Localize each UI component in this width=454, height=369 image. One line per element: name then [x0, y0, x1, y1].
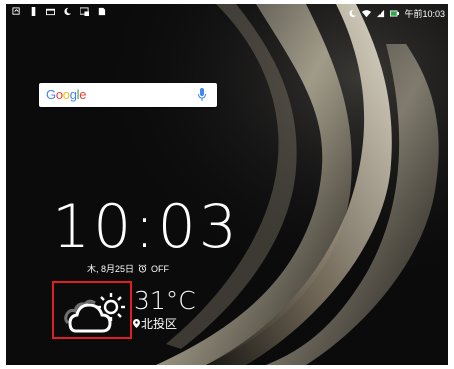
- microphone-icon[interactable]: [198, 88, 206, 102]
- date-row: 木, 8月25日 OFF: [87, 262, 169, 275]
- cast-icon: [80, 7, 89, 16]
- temperature[interactable]: 31°C: [134, 286, 196, 315]
- wifi-icon: [362, 10, 372, 18]
- partly-cloudy-icon: [64, 293, 125, 333]
- location-name: 北投区: [141, 317, 178, 331]
- home-screen: 午前10:03 Google 10:03 木, 8月25日 OFF 31°C 北…: [6, 4, 448, 365]
- alarm-icon: [138, 264, 147, 273]
- battery-icon: [390, 10, 400, 17]
- google-search-bar[interactable]: Google: [39, 83, 217, 107]
- status-time: 午前10:03: [404, 9, 445, 19]
- sdcard-icon: [98, 7, 106, 16]
- signal-icon: [377, 9, 385, 18]
- alarm-status: OFF: [151, 263, 170, 274]
- message-icon: [46, 8, 55, 16]
- location-icon: [133, 319, 140, 328]
- moon-icon: [64, 7, 72, 16]
- status-bar-left: [12, 7, 106, 16]
- google-logo: Google: [46, 87, 87, 102]
- date-text: 木, 8月25日: [87, 264, 135, 274]
- notification-icon: [12, 7, 20, 15]
- status-bar-right: 午前10:03: [348, 7, 445, 20]
- location-row[interactable]: 北投区: [133, 315, 177, 332]
- phone-icon: [31, 7, 36, 16]
- clock-time[interactable]: 10:03: [52, 197, 240, 257]
- moon-icon: [349, 9, 357, 18]
- weather-icon-highlight[interactable]: [52, 281, 132, 339]
- status-bar: 午前10:03: [6, 4, 448, 22]
